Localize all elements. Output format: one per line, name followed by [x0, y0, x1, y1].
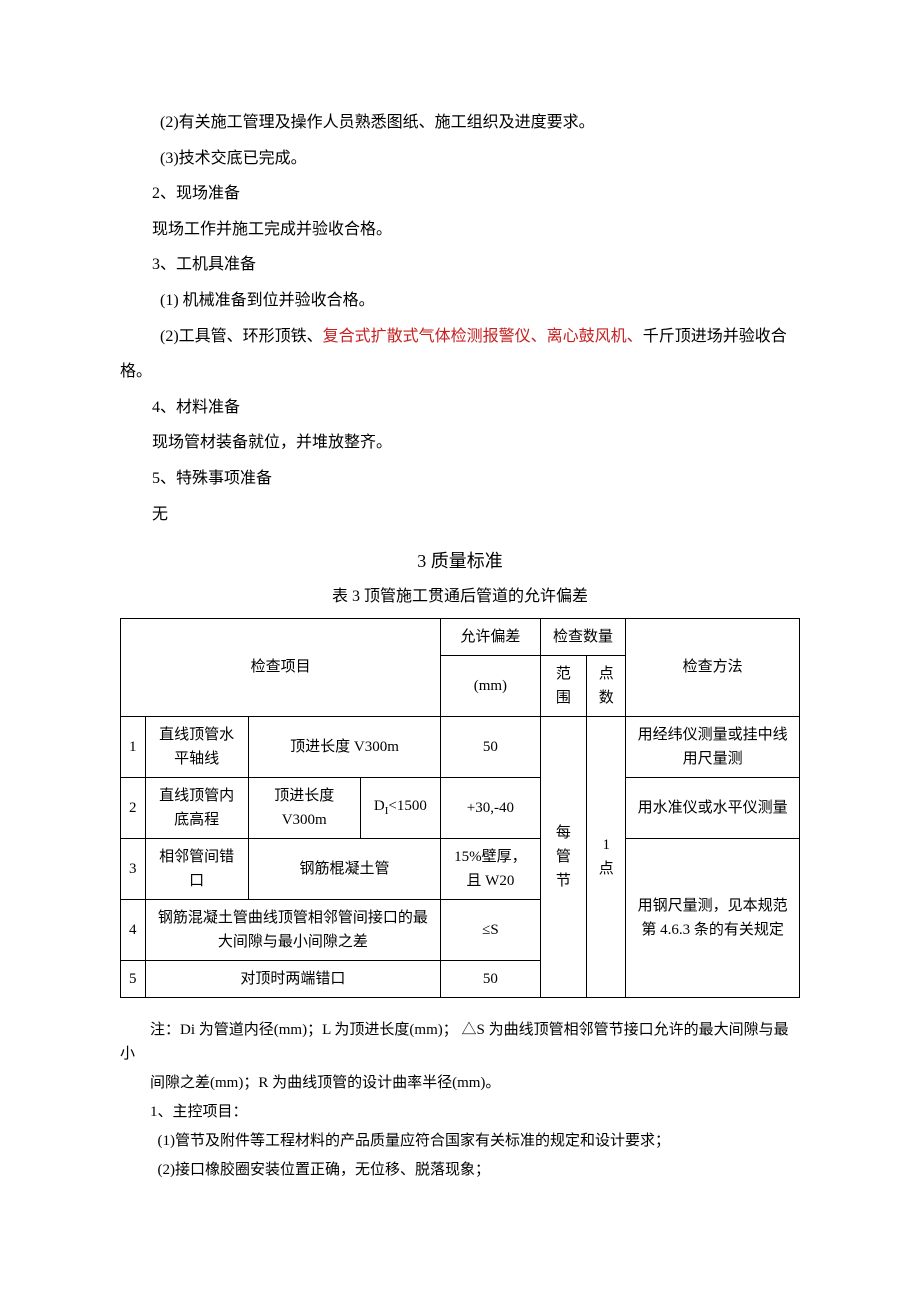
note-2: 间隙之差(mm)；R 为曲线顶管的设计曲率半径(mm)。: [120, 1071, 800, 1095]
cell-r4-item: 钢筋混凝土管曲线顶管相邻管间接口的最大间隙与最小间隙之差: [145, 899, 441, 960]
cell-r4-dev: ≤S: [441, 899, 541, 960]
th-method: 检查方法: [626, 618, 800, 716]
cell-r2-condB-post: <1500: [388, 798, 426, 814]
cell-r2-method: 用水准仪或水平仪测量: [626, 777, 800, 838]
para-6-b: 复合式扩散式气体检测报警仪、离心鼓风机、: [323, 328, 643, 345]
cell-r5-dev: 50: [441, 960, 541, 997]
cell-count: 1 点: [587, 716, 626, 997]
table-head-row-1: 检查项目 允许偏差 检查数量 检查方法: [121, 618, 800, 655]
table-row: 3 相邻管间错口 钢筋棍凝土管 15%壁厚，且 W20 用钢尺量测，见本规范第 …: [121, 838, 800, 899]
table-row: 1 直线顶管水平轴线 顶进长度 V300m 50 每管节 1 点 用经纬仪测量或…: [121, 716, 800, 777]
para-6-c: 千斤顶进场并验收合: [643, 328, 787, 345]
cell-r3-n: 3: [121, 838, 146, 899]
th-deviation-2: (mm): [441, 655, 541, 716]
cell-r4-n: 4: [121, 899, 146, 960]
cell-r2-item: 直线顶管内底高程: [145, 777, 248, 838]
cell-r5-n: 5: [121, 960, 146, 997]
cell-r2-condB-pre: D: [374, 798, 385, 814]
para-6-a: (2)工具管、环形顶铁、: [160, 328, 323, 345]
cell-method-3-5: 用钢尺量测，见本规范第 4.6.3 条的有关规定: [626, 838, 800, 997]
cell-r2-condA: 顶进长度 V300m: [248, 777, 360, 838]
para-5: (1) 机械准备到位并验收合格。: [120, 288, 800, 314]
cell-r3-dev: 15%壁厚，且 W20: [441, 838, 541, 899]
deviation-table: 检查项目 允许偏差 检查数量 检查方法 (mm) 范围 点数 1 直线顶管水平轴…: [120, 618, 800, 998]
note-4: (1)管节及附件等工程材料的产品质量应符合国家有关标准的规定和设计要求；: [120, 1129, 800, 1153]
cell-r3-cond: 钢筋棍凝土管: [248, 838, 440, 899]
cell-r1-item: 直线顶管水平轴线: [145, 716, 248, 777]
table-row: 2 直线顶管内底高程 顶进长度 V300m DI<1500 +30,-40 用水…: [121, 777, 800, 838]
th-item: 检查项目: [121, 618, 441, 716]
para-heading-3: 3、工机具准备: [120, 252, 800, 278]
note-5: (2)接口橡胶圈安装位置正确，无位移、脱落现象；: [120, 1158, 800, 1182]
para-heading-2: 2、现场准备: [120, 181, 800, 207]
cell-r1-dev: 50: [441, 716, 541, 777]
note-1: 注：Di 为管道内径(mm)；L 为顶进长度(mm)； △S 为曲线顶管相邻管节…: [120, 1018, 800, 1066]
para-8: 无: [120, 502, 800, 528]
para-6: (2)工具管、环形顶铁、复合式扩散式气体检测报警仪、离心鼓风机、千斤顶进场并验收…: [120, 324, 800, 350]
table-caption: 表 3 顶管施工贯通后管道的允许偏差: [120, 584, 800, 610]
cell-r2-condB: DI<1500: [360, 777, 441, 838]
para-heading-4: 4、材料准备: [120, 395, 800, 421]
cell-r1-n: 1: [121, 716, 146, 777]
cell-r1-cond: 顶进长度 V300m: [248, 716, 440, 777]
para-7: 现场管材装备就位，并堆放整齐。: [120, 430, 800, 456]
cell-r3-item: 相邻管间错口: [145, 838, 248, 899]
th-deviation-1: 允许偏差: [441, 618, 541, 655]
cell-r5-item: 对顶时两端错口: [145, 960, 441, 997]
notes-block: 注：Di 为管道内径(mm)；L 为顶进长度(mm)； △S 为曲线顶管相邻管节…: [120, 1018, 800, 1182]
cell-r2-n: 2: [121, 777, 146, 838]
th-count: 点数: [587, 655, 626, 716]
para-6-wrap: 格。: [120, 359, 800, 385]
section-title: 3 质量标准: [120, 547, 800, 576]
th-check-qty: 检查数量: [540, 618, 626, 655]
cell-r2-dev: +30,-40: [441, 777, 541, 838]
th-scope: 范围: [540, 655, 586, 716]
para-heading-5: 5、特殊事项准备: [120, 466, 800, 492]
para-2: (2)有关施工管理及操作人员熟悉图纸、施工组织及进度要求。: [120, 110, 800, 136]
note-3: 1、主控项目：: [120, 1100, 800, 1124]
cell-scope: 每管节: [540, 716, 586, 997]
para-3: (3)技术交底已完成。: [120, 146, 800, 172]
cell-r1-method: 用经纬仪测量或挂中线用尺量测: [626, 716, 800, 777]
para-4: 现场工作并施工完成并验收合格。: [120, 217, 800, 243]
